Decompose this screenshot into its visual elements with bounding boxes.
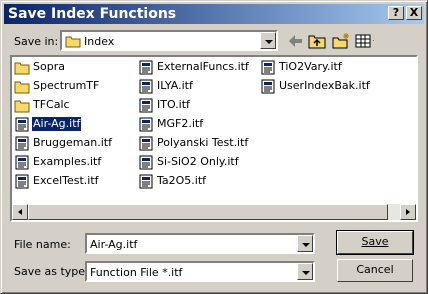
save-in-label: Save in:: [14, 35, 59, 48]
title-bar[interactable]: Save Index Functions ? X: [4, 4, 424, 24]
file-item-label: Ta2O5.itf: [157, 174, 207, 187]
file-item-label: ExcelTest.itf: [33, 174, 99, 187]
chevron-down-icon[interactable]: [297, 235, 313, 252]
save-type-label: Save as type:: [14, 265, 89, 278]
file-item-label: TiO2Vary.itf: [279, 60, 342, 73]
file-name-value: Air-Ag.itf: [90, 238, 138, 251]
document-icon: [139, 174, 153, 189]
file-item-label: SpectrumTF: [33, 79, 100, 92]
save-button-label: Save: [361, 235, 389, 248]
document-icon: [261, 79, 275, 94]
scroll-left-button[interactable]: [12, 204, 28, 220]
folder-icon: [14, 62, 30, 75]
file-item-label: Examples.itf: [33, 155, 102, 168]
save-in-value: Index: [84, 35, 115, 48]
new-folder-icon[interactable]: [331, 31, 351, 51]
document-icon: [139, 60, 153, 75]
view-menu-icon[interactable]: [354, 31, 374, 51]
file-item-label: Polyanski Test.itf: [157, 136, 249, 149]
help-button[interactable]: ?: [388, 6, 404, 20]
file-item-label: ITO.itf: [157, 98, 190, 111]
horizontal-scrollbar[interactable]: [12, 204, 416, 220]
folder-icon: [65, 36, 81, 48]
file-item-label: Si-SiO2 Only.itf: [157, 155, 239, 168]
save-button[interactable]: Save: [336, 230, 414, 255]
folder-icon: [14, 81, 30, 94]
document-icon: [139, 79, 153, 94]
document-icon: [139, 117, 153, 132]
file-item-label: TFCalc: [33, 98, 70, 111]
scroll-right-button[interactable]: [400, 204, 416, 220]
chevron-down-icon[interactable]: [260, 32, 276, 49]
file-item-label: Air-Ag.itf: [30, 116, 83, 132]
chevron-right-icon: [406, 209, 410, 215]
back-arrow-icon[interactable]: [285, 31, 305, 51]
file-name-label: File name:: [14, 238, 71, 251]
document-icon: [15, 155, 29, 170]
save-in-dropdown[interactable]: Index: [60, 30, 278, 51]
chevron-left-icon: [18, 209, 22, 215]
file-name-input[interactable]: Air-Ag.itf: [85, 233, 315, 254]
file-item-label: Bruggeman.itf: [33, 136, 112, 149]
save-type-value: Function File *.itf: [90, 266, 183, 279]
document-icon: [139, 155, 153, 170]
document-icon: [139, 98, 153, 113]
window-title: Save Index Functions: [8, 6, 177, 22]
file-item-label: ExternalFuncs.itf: [157, 60, 249, 73]
file-item-label: UserIndexBak.itf: [279, 79, 370, 92]
document-icon: [261, 60, 275, 75]
cancel-button[interactable]: Cancel: [337, 259, 413, 282]
up-folder-icon[interactable]: [307, 31, 327, 51]
folder-icon: [14, 100, 30, 113]
chevron-down-icon[interactable]: [297, 263, 313, 280]
file-list[interactable]: Sopra SpectrumTF TFCalc Air-Ag.itf Bruggeman…: [10, 55, 418, 222]
scroll-thumb[interactable]: [28, 204, 388, 220]
save-type-dropdown[interactable]: Function File *.itf: [85, 261, 315, 282]
document-icon: [15, 136, 29, 151]
file-item-label: Sopra: [33, 60, 65, 73]
document-icon: [15, 117, 29, 132]
file-item-label: ILYA.itf: [157, 79, 193, 92]
close-button[interactable]: X: [406, 6, 422, 20]
file-item-label: MGF2.itf: [157, 117, 204, 130]
save-dialog: Save Index Functions ? X Save in: Index …: [0, 0, 428, 294]
document-icon: [15, 174, 29, 189]
document-icon: [139, 136, 153, 151]
